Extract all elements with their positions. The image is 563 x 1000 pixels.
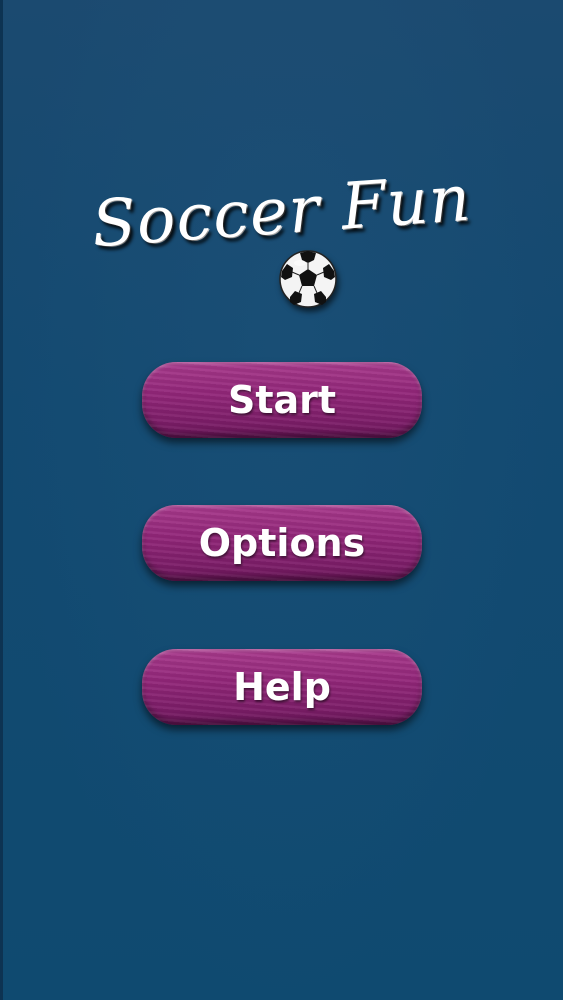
options-button-label: Options	[198, 521, 366, 565]
start-button-label: Start	[227, 378, 337, 422]
soccer-ball-icon	[279, 250, 337, 308]
options-button[interactable]: Options	[142, 505, 422, 581]
start-button[interactable]: Start	[142, 362, 422, 438]
help-button[interactable]: Help	[142, 649, 422, 725]
help-button-label: Help	[233, 665, 331, 709]
main-menu-screen: Soccer Fun Start Options Help	[0, 0, 563, 1000]
screen-edge	[0, 0, 3, 1000]
